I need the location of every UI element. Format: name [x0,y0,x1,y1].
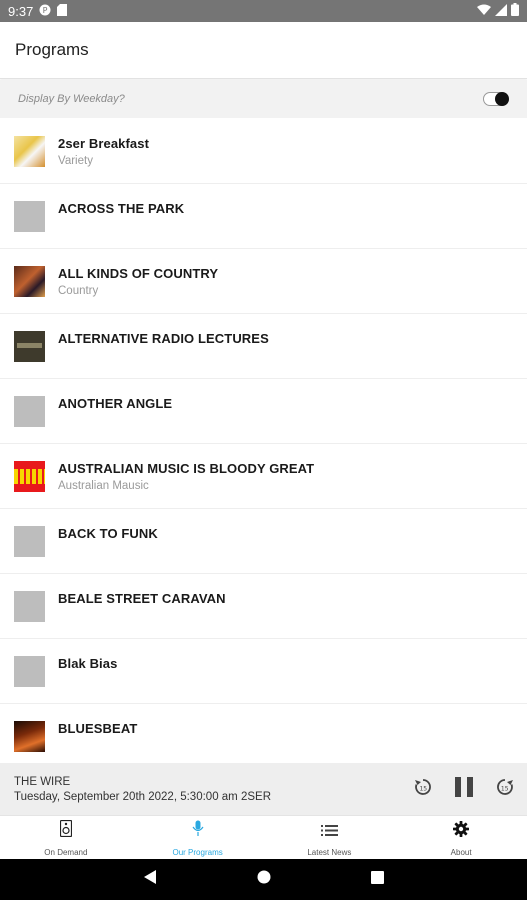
tab-on-demand[interactable]: On Demand [0,816,132,859]
tab-our-programs[interactable]: Our Programs [132,816,264,859]
list-item[interactable]: ANOTHER ANGLE [0,379,527,444]
program-name: AUSTRALIAN MUSIC IS BLOODY GREAT [58,461,315,476]
tab-label: Latest News [307,848,352,857]
weekday-filter-bar: Display By Weekday? [0,80,527,118]
signal-icon [495,3,507,19]
home-icon[interactable] [257,870,271,889]
tab-latest-news[interactable]: Latest News [264,816,396,859]
list-item[interactable]: BEALE STREET CARAVAN [0,574,527,639]
list-item[interactable]: BLUESBEAT [0,704,527,763]
program-thumbnail [14,396,45,427]
back-icon[interactable] [143,869,157,890]
program-thumbnail [14,266,45,297]
mini-player[interactable]: THE WIRE Tuesday, September 20th 2022, 5… [0,763,527,815]
svg-text:P: P [43,6,48,15]
program-thumbnail [14,136,45,167]
svg-text:15: 15 [419,785,427,792]
list-icon [320,824,338,842]
program-thumbnail [14,656,45,687]
program-name: 2ser Breakfast [58,136,150,151]
program-name: BEALE STREET CARAVAN [58,591,226,606]
sd-card-icon [57,3,68,19]
list-item[interactable]: Blak Bias [0,639,527,704]
program-name: BLUESBEAT [58,721,138,736]
system-nav-bar [0,859,527,900]
weekday-toggle-label: Display By Weekday? [18,93,125,105]
app-bar: Programs [0,22,527,79]
program-thumbnail [14,591,45,622]
tab-label: Our Programs [172,848,223,857]
list-item[interactable]: ALL KINDS OF COUNTRY Country [0,249,527,314]
status-bar: 9:37 P [0,0,527,22]
program-thumbnail [14,331,45,362]
now-playing-title: THE WIRE [14,775,71,788]
tab-about[interactable]: About [395,816,527,859]
page-title: Programs [15,40,89,59]
program-name: ALTERNATIVE RADIO LECTURES [58,331,269,346]
pause-icon[interactable] [453,775,475,804]
weekday-toggle-switch[interactable] [483,92,509,106]
microphone-icon [192,820,204,842]
bottom-navigation: On Demand Our Programs Latest News About [0,815,527,859]
speaker-icon [59,819,72,842]
program-thumbnail [14,526,45,557]
tab-label: About [450,848,472,857]
list-item[interactable]: BACK TO FUNK [0,509,527,574]
recents-icon[interactable] [371,870,384,889]
program-name: Blak Bias [58,656,118,671]
program-thumbnail [14,201,45,232]
program-name: ANOTHER ANGLE [58,396,173,411]
toggle-knob [495,92,509,106]
program-genre: Variety [58,155,93,167]
program-name: BACK TO FUNK [58,526,158,541]
forward-icon[interactable]: 15 [495,777,515,802]
list-item[interactable]: AUSTRALIAN MUSIC IS BLOODY GREAT Austral… [0,444,527,509]
status-time: 9:37 [8,3,34,19]
wifi-icon [477,4,491,19]
program-genre: Australian Mausic [58,480,149,492]
program-list[interactable]: 2ser Breakfast Variety ACROSS THE PARK A… [0,119,527,763]
program-thumbnail [14,461,45,492]
list-item[interactable]: ALTERNATIVE RADIO LECTURES [0,314,527,379]
gear-icon [453,821,470,842]
battery-icon [511,3,519,19]
program-name: ALL KINDS OF COUNTRY [58,266,219,281]
rewind-icon[interactable]: 15 [413,777,433,802]
program-name: ACROSS THE PARK [58,201,185,216]
list-item[interactable]: ACROSS THE PARK [0,184,527,249]
program-thumbnail [14,721,45,752]
now-playing-datetime: Tuesday, September 20th 2022, 5:30:00 am… [14,790,271,803]
tab-label: On Demand [44,848,88,857]
list-item[interactable]: 2ser Breakfast Variety [0,119,527,184]
program-genre: Country [58,285,99,297]
svg-text:15: 15 [501,785,509,792]
data-saver-icon: P [39,4,51,19]
